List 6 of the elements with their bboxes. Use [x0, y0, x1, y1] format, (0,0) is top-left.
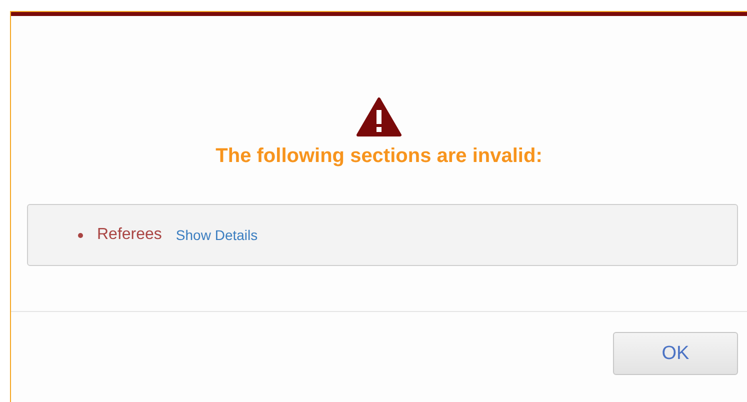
section-name: Referees: [97, 226, 162, 244]
warning-icon: [356, 97, 402, 137]
show-details-link[interactable]: Show Details: [176, 227, 258, 243]
bullet-icon: [78, 232, 83, 238]
ok-button[interactable]: OK: [613, 332, 738, 375]
dialog-heading: The following sections are invalid:: [216, 145, 542, 168]
